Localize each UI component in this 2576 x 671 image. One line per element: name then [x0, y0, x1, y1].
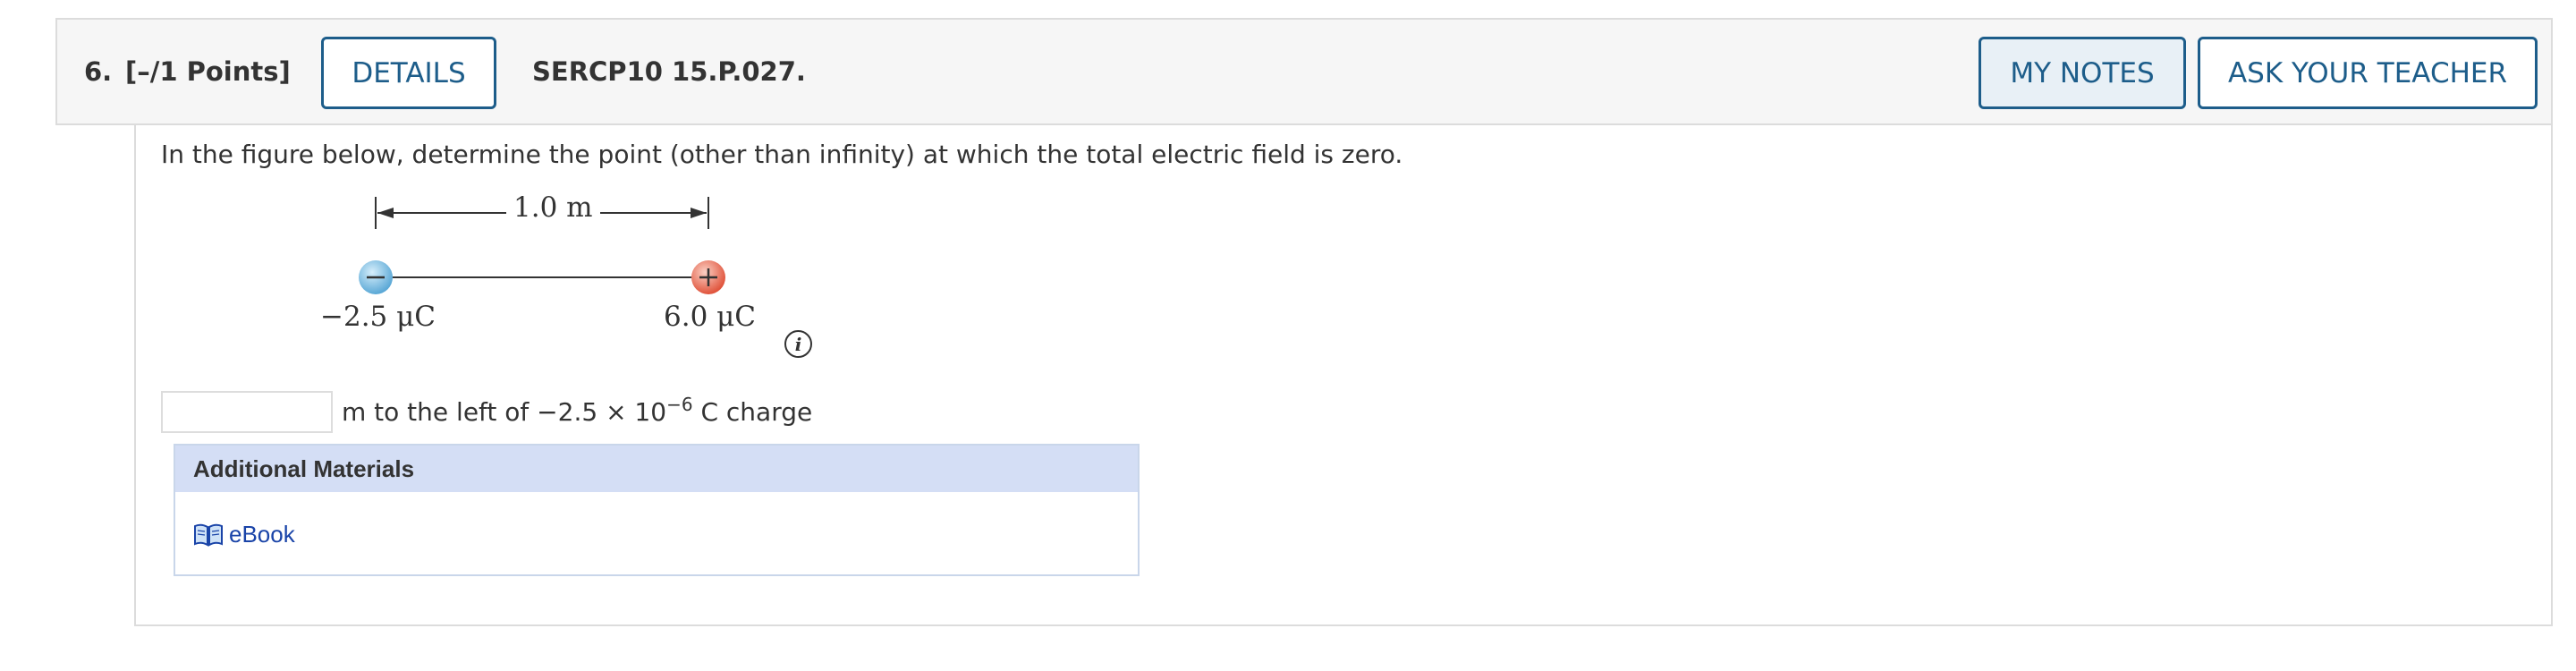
negative-charge-label: −2.5 μC — [320, 301, 436, 333]
info-icon[interactable]: i — [784, 330, 812, 358]
distance-label: 1.0 m — [506, 191, 600, 224]
book-icon — [194, 523, 223, 547]
my-notes-button[interactable]: MY NOTES — [1979, 37, 2186, 109]
ebook-link[interactable]: eBook — [193, 521, 295, 548]
unit-text-before: m to the left of −2.5 × 10 — [342, 397, 667, 427]
question-number: 6. — [84, 56, 113, 87]
answer-unit-text: m to the left of −2.5 × 10−6 C charge — [342, 394, 813, 427]
question-code: SERCP10 15.P.027. — [532, 56, 806, 87]
left-arrowhead — [377, 208, 394, 218]
unit-text-after: C charge — [692, 397, 813, 427]
materials-heading: Additional Materials — [175, 446, 1138, 492]
question-prompt: In the figure below, determine the point… — [161, 140, 1403, 169]
ebook-label: eBook — [229, 521, 295, 548]
question-page: 6. [–/1 Points] DETAILS SERCP10 15.P.027… — [0, 0, 2576, 671]
answer-input[interactable] — [161, 391, 333, 433]
right-arrowhead — [691, 208, 707, 218]
details-button[interactable]: DETAILS — [321, 37, 496, 109]
additional-materials: Additional Materials eBook — [174, 444, 1140, 576]
question-header: 6. [–/1 Points] DETAILS SERCP10 15.P.027… — [55, 18, 2553, 125]
unit-exponent: −6 — [666, 394, 693, 415]
question-points: [–/1 Points] — [125, 56, 291, 87]
positive-charge-label: 6.0 μC — [664, 301, 757, 333]
ask-teacher-button[interactable]: ASK YOUR TEACHER — [2198, 37, 2538, 109]
charge-figure: 1.0 m −2.5 μC 6.0 μC — [304, 188, 769, 367]
